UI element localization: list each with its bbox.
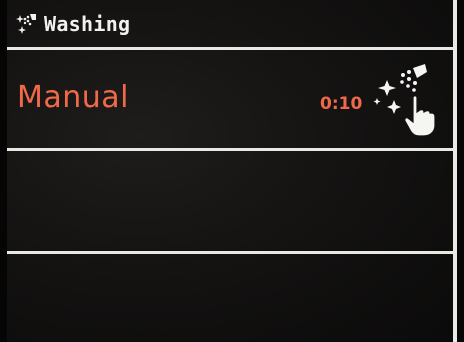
- program-duration: 0:10: [320, 94, 363, 114]
- program-row-manual[interactable]: Manual 0:10: [7, 50, 453, 148]
- page-title: Washing: [44, 11, 131, 36]
- program-row-empty: [7, 254, 453, 342]
- header-bar: Washing: [7, 0, 453, 47]
- spray-sparkle-icon: [13, 11, 39, 37]
- spray-touch-icon: [369, 62, 443, 138]
- display-screen: Washing Manual 0:10: [0, 0, 464, 342]
- program-row-empty: [7, 151, 453, 251]
- bezel-right: [457, 0, 464, 342]
- bezel-left: [0, 0, 7, 342]
- program-name: Manual: [17, 80, 130, 115]
